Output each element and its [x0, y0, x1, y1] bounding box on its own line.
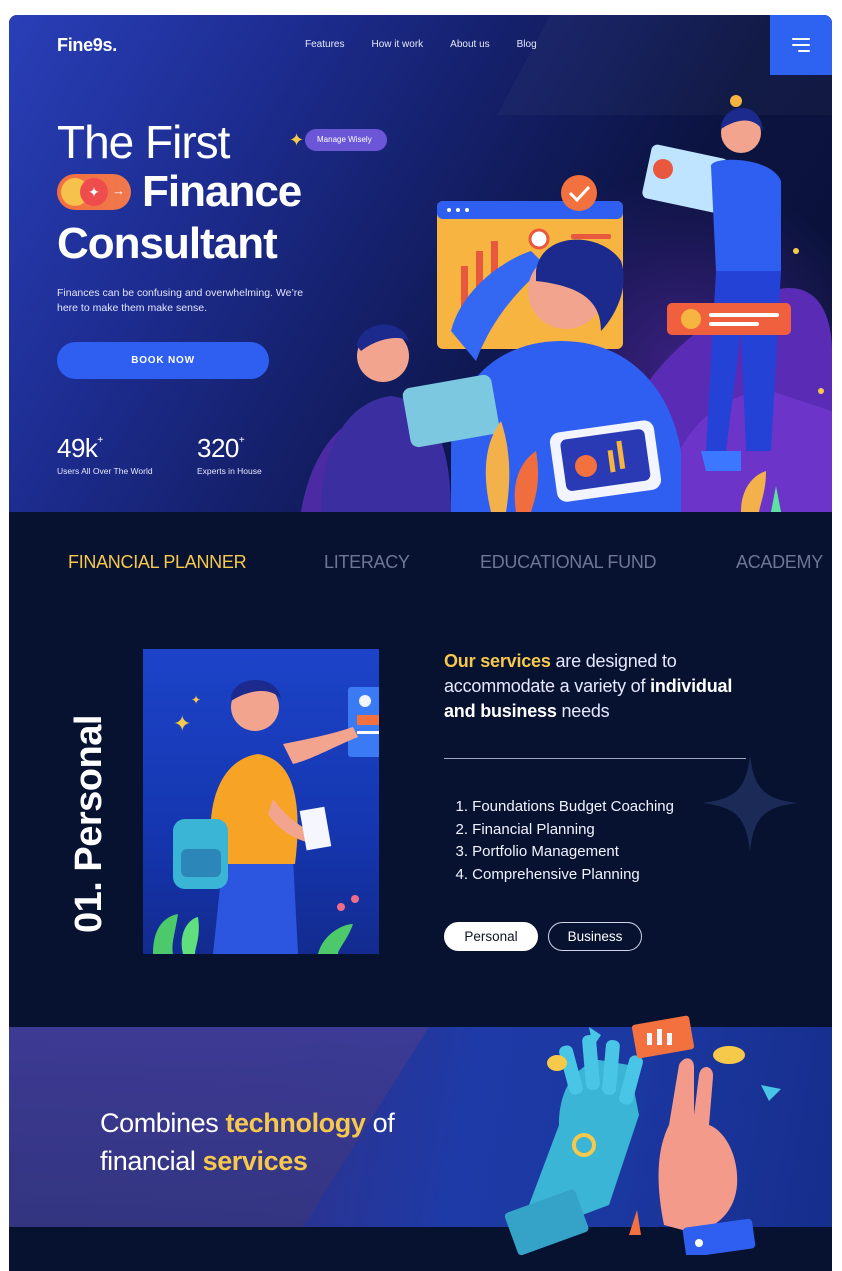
tab-financial-planner[interactable]: FINANCIAL PLANNER	[68, 552, 247, 573]
hamburger-menu-icon	[792, 38, 810, 40]
list-item: 4. Comprehensive Planning	[455, 865, 640, 883]
page: Fine9s. Features How it work About us Bl…	[9, 15, 832, 1271]
stat-users-value: 49k	[57, 433, 98, 463]
stat-users-label: Users All Over The World	[57, 466, 153, 476]
list-item: 1. Foundations Budget Coaching	[455, 798, 674, 815]
stat-users: 49k+ Users All Over The World	[57, 433, 153, 476]
banner-text: financial	[100, 1146, 203, 1176]
hamburger-line	[792, 44, 810, 46]
hero-title-line3: Consultant	[57, 219, 278, 268]
personal-service-illustration: ✦ ✦	[143, 649, 379, 954]
brand-logo[interactable]: Fine9s.	[57, 35, 117, 56]
stat-experts-value: 320	[197, 433, 239, 463]
category-tabs: FINANCIAL PLANNER LITERACY EDUCATIONAL F…	[9, 552, 832, 582]
stat-experts-label: Experts in House	[197, 466, 262, 476]
section-vertical-title: 01. Personal	[68, 715, 110, 933]
stat-experts-suffix: +	[238, 435, 245, 446]
services-heading-highlight: Our services	[444, 651, 551, 671]
hero-illustration	[301, 95, 832, 512]
svg-text:✦: ✦	[191, 693, 201, 707]
services-divider	[444, 758, 746, 759]
list-item: 2. Financial Planning	[455, 820, 595, 838]
book-now-button[interactable]: BOOK NOW	[57, 342, 269, 379]
services-list: 1. Foundations Budget Coaching 2. Financ…	[444, 796, 674, 886]
tab-academy[interactable]: ACADEMY	[736, 552, 823, 573]
tab-educational-fund[interactable]: EDUCATIONAL FUND	[480, 552, 657, 573]
list-item: 3. Portfolio Management	[455, 843, 619, 860]
hamburger-line	[798, 50, 810, 52]
services-heading-text2: needs	[556, 701, 610, 721]
hero-subtitle: Finances can be confusing and overwhelmi…	[57, 287, 304, 314]
stat-experts: 320+ Experts in House	[197, 433, 262, 476]
main-nav: Features How it work About us Blog	[305, 39, 537, 50]
nav-features[interactable]: Features	[305, 39, 344, 50]
menu-button[interactable]	[770, 15, 832, 75]
nav-how-it-work[interactable]: How it work	[371, 39, 423, 50]
nav-about-us[interactable]: About us	[450, 39, 489, 50]
personal-toggle-button[interactable]: Personal	[444, 922, 538, 951]
tab-literacy[interactable]: LITERACY	[324, 552, 410, 573]
banner-title: Combines technology of financial service…	[100, 1104, 395, 1180]
four-point-star-icon	[702, 755, 798, 851]
hero-section: Fine9s. Features How it work About us Bl…	[9, 15, 832, 512]
banner-text: Combines	[100, 1108, 226, 1138]
nav-blog[interactable]: Blog	[517, 39, 537, 50]
banner-highlight-technology: technology	[225, 1108, 366, 1138]
robot-and-human-hand-illustration	[504, 1015, 781, 1255]
services-heading: Our services are designed to accommodate…	[444, 649, 764, 724]
hero-title-line1: The First	[57, 116, 230, 168]
business-toggle-button[interactable]: Business	[548, 922, 642, 951]
svg-text:✦: ✦	[173, 712, 191, 737]
banner-text: of	[365, 1108, 395, 1138]
banner-highlight-services: services	[202, 1146, 308, 1176]
hero-title-line2: Finance	[142, 167, 302, 216]
stat-users-suffix: +	[97, 435, 103, 446]
coin-toggle-icon: ✦ →	[57, 174, 131, 210]
